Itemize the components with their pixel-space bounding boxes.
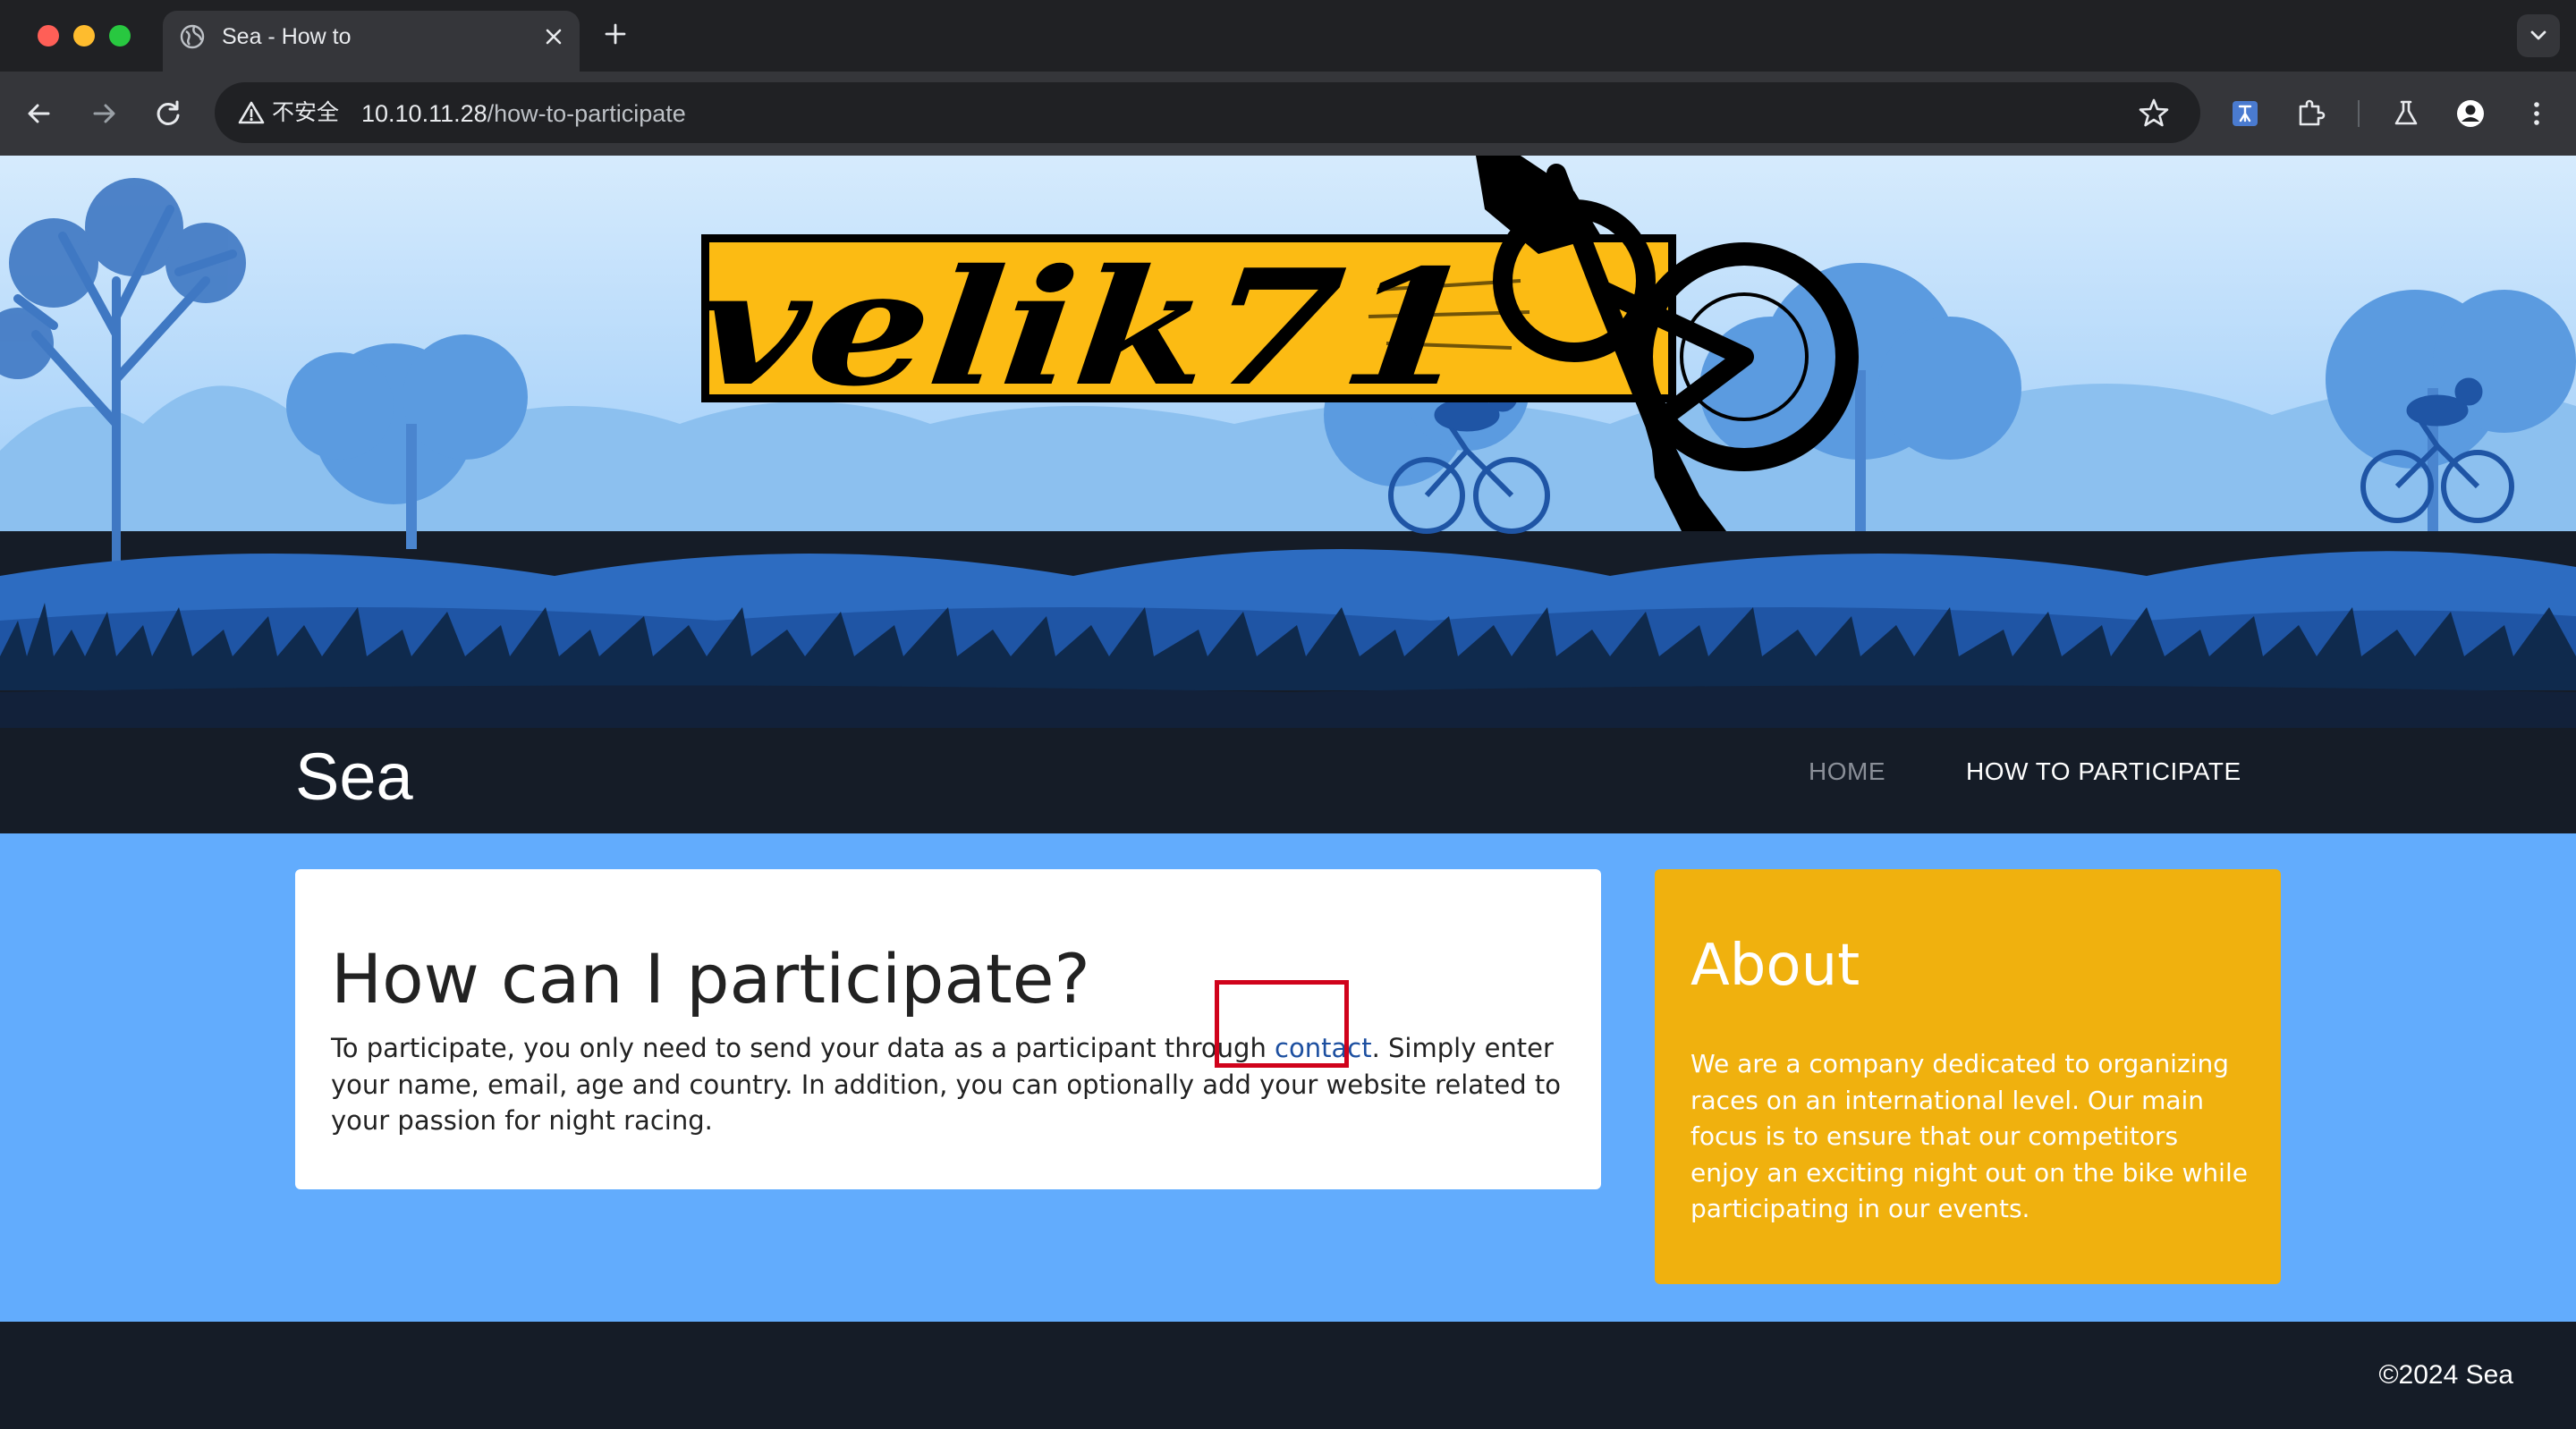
forward-arrow-icon[interactable] — [86, 96, 122, 131]
browser-tab-active[interactable]: Sea - How to — [163, 11, 580, 72]
close-tab-icon[interactable] — [540, 23, 567, 50]
browser-tab-strip: Sea - How to — [0, 0, 2576, 72]
labs-flask-icon[interactable] — [2388, 96, 2424, 131]
new-tab-icon[interactable] — [601, 20, 630, 48]
logo-text: velik71 — [688, 234, 1486, 421]
copyright-text: ©2024 Sea — [2378, 1360, 2513, 1390]
close-window-button[interactable] — [38, 25, 59, 47]
bookmark-star-icon[interactable] — [2138, 97, 2170, 129]
security-label: 不安全 — [272, 99, 340, 125]
globe-icon — [180, 24, 205, 49]
site-title[interactable]: Sea — [295, 737, 413, 817]
url-host: 10.10.11.28 — [361, 100, 487, 127]
participate-paragraph: To participate, you only need to send yo… — [331, 1030, 1583, 1139]
participate-card: How can I participate? To participate, y… — [295, 869, 1601, 1189]
site-footer: ©2024 Sea — [0, 1322, 2576, 1429]
browser-menu-icon[interactable] — [2519, 96, 2555, 131]
site-header: velik71 Sea HOME HOW TO PARTICIPATE — [0, 156, 2576, 833]
toolbar-divider — [2358, 100, 2360, 127]
minimize-window-button[interactable] — [73, 25, 95, 47]
tab-search-button[interactable] — [2517, 14, 2560, 57]
tab-title: Sea - How to — [222, 24, 352, 49]
url-path: /how-to-participate — [487, 100, 686, 127]
translate-extension-icon[interactable] — [2227, 96, 2263, 131]
reload-icon[interactable] — [150, 96, 186, 131]
about-text: We are a company dedicated to organizing… — [1690, 1049, 2248, 1223]
maximize-window-button[interactable] — [109, 25, 131, 47]
cycling-banner-image: velik71 — [0, 156, 2576, 833]
about-heading: About — [1690, 933, 1860, 999]
back-arrow-icon[interactable] — [21, 96, 57, 131]
warning-icon — [238, 101, 265, 124]
url-text[interactable]: 10.10.11.28/how-to-participate — [361, 100, 686, 127]
nav-home-link[interactable]: HOME — [1809, 757, 1885, 787]
address-bar[interactable]: 不安全 10.10.11.28/how-to-participate — [215, 82, 2200, 143]
extensions-puzzle-icon[interactable] — [2293, 96, 2329, 131]
web-page: velik71 Sea HOME HOW TO PARTICIPATE How … — [0, 156, 2576, 1429]
browser-toolbar: 不安全 10.10.11.28/how-to-participate — [0, 72, 2576, 156]
nav-how-to-participate-link[interactable]: HOW TO PARTICIPATE — [1966, 757, 2241, 787]
profile-avatar-icon[interactable] — [2453, 96, 2488, 131]
paragraph-text-start: To participate, you only need to send yo… — [331, 1033, 1275, 1063]
about-panel: About We are a company dedicated to orga… — [1655, 869, 2281, 1284]
page-heading: How can I participate? — [331, 939, 1090, 1019]
content-section: How can I participate? To participate, y… — [0, 833, 2576, 1322]
chevron-down-icon — [2530, 30, 2546, 40]
contact-link-highlight — [1215, 980, 1349, 1068]
